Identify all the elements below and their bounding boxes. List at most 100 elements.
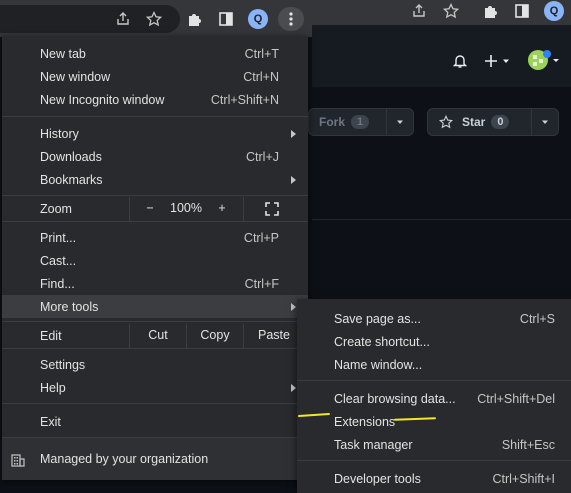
menu-item-label: Settings — [40, 357, 86, 372]
more-tools-submenu: Save page as... Ctrl+S Create shortcut..… — [297, 299, 571, 493]
menu-item-shortcut: Ctrl+S — [519, 311, 555, 326]
menu-item-label: New tab — [40, 46, 86, 61]
menu-item-label: Extensions — [334, 414, 396, 429]
menu-item-create-shortcut[interactable]: Create shortcut... — [297, 330, 571, 353]
menu-item-label: New window — [40, 69, 111, 84]
menu-separator — [2, 403, 308, 404]
menu-separator — [2, 321, 308, 322]
fullscreen-button[interactable] — [264, 201, 280, 217]
menu-item-label: Zoom — [40, 202, 72, 216]
caret-down-icon — [397, 120, 403, 124]
chrome-menu-button[interactable] — [278, 7, 304, 31]
menu-item-label: Edit — [40, 329, 62, 343]
managed-by-organization[interactable]: Managed by your organization — [2, 438, 308, 480]
submenu-arrow-icon — [291, 129, 296, 138]
menu-separator — [2, 348, 308, 349]
submenu-arrow-icon — [291, 302, 296, 311]
profile-avatar[interactable]: Q — [248, 9, 268, 29]
menu-item-shortcut: Ctrl+Shift+Del — [477, 391, 555, 406]
bookmark-star-icon[interactable] — [144, 9, 164, 29]
menu-item-label: Downloads — [40, 149, 102, 164]
fork-button[interactable]: Fork 1 — [308, 108, 414, 136]
share-icon[interactable] — [409, 1, 429, 21]
star-button[interactable]: Star 0 — [427, 108, 559, 136]
chrome-main-menu: New tab Ctrl+T New window Ctrl+N New Inc… — [2, 36, 308, 480]
menu-item-label: Exit — [40, 414, 61, 429]
menu-item-history[interactable]: History — [2, 122, 308, 145]
caret-down-icon — [542, 120, 548, 124]
menu-item-label: Bookmarks — [40, 172, 103, 187]
submenu-arrow-icon — [291, 175, 296, 184]
menu-item-label: Task manager — [334, 437, 413, 452]
menu-item-label: Developer tools — [334, 471, 421, 486]
copy-button[interactable]: Copy — [187, 328, 243, 342]
menu-item-label: Create shortcut... — [334, 334, 430, 349]
menu-item-print[interactable]: Print... Ctrl+P — [2, 226, 308, 249]
fork-dropdown-caret[interactable] — [386, 109, 413, 135]
menu-item-label: Cast... — [40, 253, 77, 268]
menu-item-label: Help — [40, 380, 66, 395]
zoom-out-button[interactable]: − — [143, 201, 157, 215]
menu-item-exit[interactable]: Exit — [2, 410, 308, 433]
menu-item-extensions[interactable]: Extensions — [297, 410, 571, 433]
menu-item-settings[interactable]: Settings — [2, 353, 308, 376]
menu-item-cast[interactable]: Cast... — [2, 249, 308, 272]
star-icon — [439, 115, 453, 129]
menu-item-new-tab[interactable]: New tab Ctrl+T — [2, 42, 308, 65]
menu-item-task-manager[interactable]: Task manager Shift+Esc — [297, 433, 571, 456]
menu-item-label: Print... — [40, 230, 77, 245]
menu-item-new-incognito-window[interactable]: New Incognito window Ctrl+Shift+N — [2, 88, 308, 111]
menu-item-name-window[interactable]: Name window... — [297, 353, 571, 376]
profile-avatar[interactable]: Q — [544, 1, 564, 21]
menu-item-downloads[interactable]: Downloads Ctrl+J — [2, 145, 308, 168]
plus-icon — [485, 55, 497, 67]
menu-item-label: More tools — [40, 299, 99, 314]
section-divider — [312, 219, 571, 220]
menu-item-label: Managed by your organization — [40, 452, 209, 466]
menu-separator — [2, 116, 308, 117]
star-dropdown-caret[interactable] — [531, 109, 558, 135]
zoom-in-button[interactable]: + — [215, 201, 229, 215]
user-avatar-menu[interactable] — [527, 49, 561, 71]
submenu-arrow-icon — [291, 383, 296, 392]
menu-item-label: Name window... — [334, 357, 423, 372]
side-panel-icon[interactable] — [512, 1, 532, 21]
menu-item-shortcut: Ctrl+F — [244, 276, 279, 291]
star-label: Star — [462, 115, 486, 129]
menu-item-shortcut: Shift+Esc — [501, 437, 555, 452]
bookmark-star-icon[interactable] — [441, 1, 461, 21]
menu-item-shortcut: Ctrl+J — [246, 149, 279, 164]
menu-item-help[interactable]: Help — [2, 376, 308, 399]
menu-item-shortcut: Ctrl+Shift+N — [210, 92, 279, 107]
menu-item-save-page-as[interactable]: Save page as... Ctrl+S — [297, 307, 571, 330]
notification-bell-icon[interactable] — [450, 51, 470, 71]
menu-separator — [2, 195, 308, 196]
extensions-puzzle-icon[interactable] — [185, 9, 205, 29]
fork-label: Fork — [319, 115, 346, 129]
caret-down-icon — [503, 59, 509, 63]
menu-separator — [297, 380, 571, 381]
extensions-puzzle-icon[interactable] — [481, 1, 501, 21]
menu-item-more-tools[interactable]: More tools — [2, 295, 308, 318]
menu-item-developer-tools[interactable]: Developer tools Ctrl+Shift+I — [297, 467, 571, 490]
menu-item-new-window[interactable]: New window Ctrl+N — [2, 65, 308, 88]
menu-item-label: Find... — [40, 276, 75, 291]
building-icon — [11, 454, 25, 467]
zoom-divider — [129, 197, 130, 221]
menu-item-bookmarks[interactable]: Bookmarks — [2, 168, 308, 191]
menu-item-label: New Incognito window — [40, 92, 165, 107]
menu-separator — [297, 460, 571, 461]
share-icon[interactable] — [113, 9, 133, 29]
side-panel-icon[interactable] — [216, 9, 236, 29]
paste-button[interactable]: Paste — [244, 328, 304, 342]
kebab-icon — [289, 12, 293, 26]
create-new-button[interactable] — [484, 51, 514, 71]
zoom-divider — [243, 197, 244, 221]
menu-item-shortcut: Ctrl+N — [243, 69, 279, 84]
menu-item-clear-browsing-data[interactable]: Clear browsing data... Ctrl+Shift+Del — [297, 387, 571, 410]
star-count: 0 — [491, 115, 510, 129]
menu-item-find[interactable]: Find... Ctrl+F — [2, 272, 308, 295]
cut-button[interactable]: Cut — [130, 328, 186, 342]
menu-item-shortcut: Ctrl+P — [243, 230, 279, 245]
fullscreen-icon — [265, 202, 279, 216]
